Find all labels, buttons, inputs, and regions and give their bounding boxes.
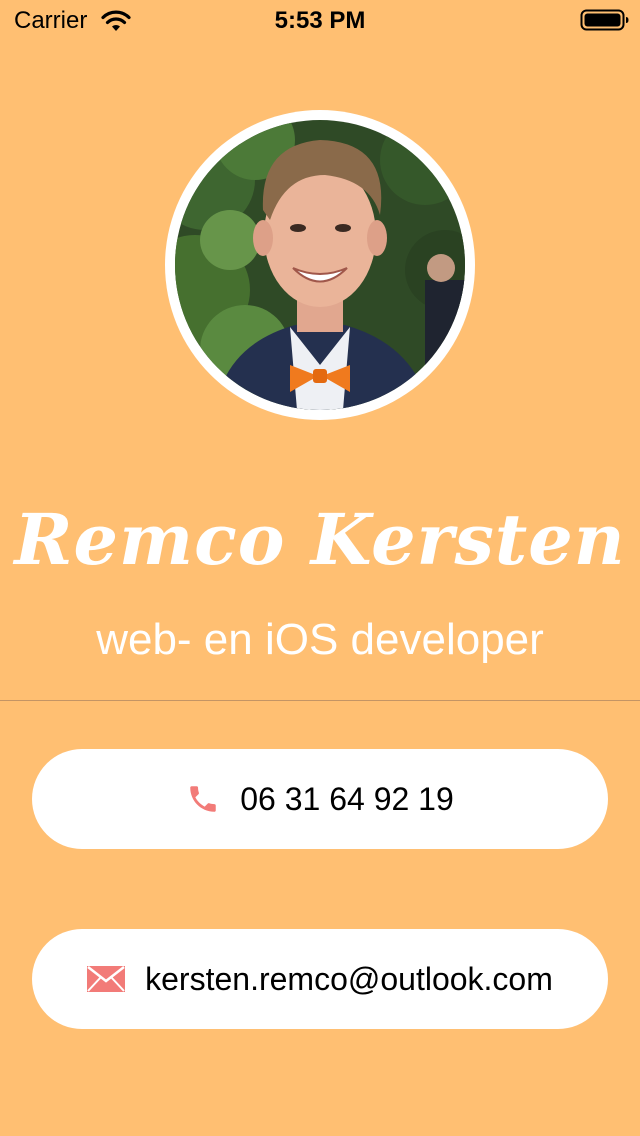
profile-subtitle: web- en iOS developer [96, 615, 544, 664]
email-card[interactable]: kersten.remco@outlook.com [32, 929, 608, 1029]
email-address: kersten.remco@outlook.com [145, 961, 553, 997]
envelope-icon [87, 966, 126, 992]
battery-icon [580, 9, 629, 31]
profile-name: Remco Kersten [14, 498, 626, 581]
avatar [165, 110, 475, 420]
phone-card[interactable]: 06 31 64 92 19 [32, 749, 608, 849]
clock: 5:53 PM [274, 7, 366, 34]
status-bar: Carrier 5:53 PM [0, 0, 640, 40]
divider [0, 700, 640, 701]
phone-icon [190, 786, 216, 812]
profile-photo [175, 120, 465, 410]
phone-number: 06 31 64 92 19 [240, 781, 454, 817]
